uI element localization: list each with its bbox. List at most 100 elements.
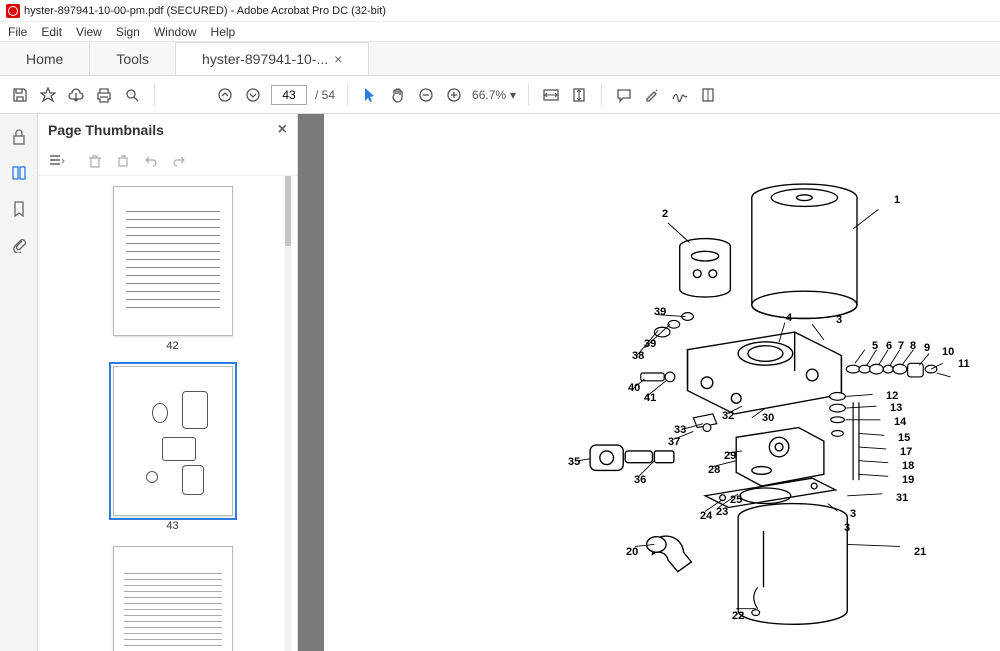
undo-icon[interactable] — [142, 152, 160, 170]
fit-page-icon[interactable] — [569, 85, 589, 105]
callout: 18 — [902, 460, 914, 472]
thumbnails-icon[interactable] — [10, 164, 28, 182]
separator — [347, 84, 348, 106]
tab-close-icon[interactable]: × — [334, 51, 342, 67]
thumbnails-list[interactable]: 42 43 44 — [38, 176, 297, 651]
thumb-options-icon[interactable] — [48, 152, 66, 170]
callout: 5 — [872, 340, 878, 352]
thumbnail-43[interactable]: 43 — [78, 366, 267, 532]
thumbnail-label: 43 — [166, 520, 178, 532]
callout: 2 — [662, 208, 668, 220]
exploded-diagram: 1 2 3 3 4 5 6 7 8 9 10 11 12 13 14 15 17… — [444, 154, 970, 631]
callout: 21 — [914, 546, 926, 558]
zoom-out-icon[interactable] — [416, 85, 436, 105]
comment-icon[interactable] — [614, 85, 634, 105]
menu-help[interactable]: Help — [211, 25, 236, 39]
nav-rail — [0, 114, 38, 651]
callout: 30 — [762, 412, 774, 424]
callout: 41 — [644, 392, 656, 404]
callout: 24 — [700, 510, 712, 522]
panel-close-icon[interactable]: × — [278, 121, 287, 139]
tab-home[interactable]: Home — [0, 42, 90, 75]
titlebar: hyster-897941-10-00-pm.pdf (SECURED) - A… — [0, 0, 1000, 22]
sign-icon[interactable] — [670, 85, 690, 105]
callout: 7 — [898, 340, 904, 352]
callout: 17 — [900, 446, 912, 458]
pdf-icon — [6, 4, 20, 18]
pdf-page: 1 2 3 3 4 5 6 7 8 9 10 11 12 13 14 15 17… — [324, 114, 1000, 651]
redo-icon[interactable] — [170, 152, 188, 170]
callout: 29 — [724, 450, 736, 462]
callout: 37 — [668, 436, 680, 448]
callout: 23 — [716, 506, 728, 518]
callout: 20 — [626, 546, 638, 558]
callout: 39 — [654, 306, 666, 318]
callout: 38 — [632, 350, 644, 362]
thumbnails-tools — [38, 146, 297, 176]
zoom-in-icon[interactable] — [444, 85, 464, 105]
thumbnail-44[interactable]: 44 — [78, 546, 267, 651]
rotate-icon[interactable] — [114, 152, 132, 170]
callout: 25 — [730, 494, 742, 506]
thumbnails-header: Page Thumbnails × — [38, 114, 297, 146]
separator — [601, 84, 602, 106]
callout: 32 — [722, 410, 734, 422]
fit-width-icon[interactable] — [541, 85, 561, 105]
callout: 31 — [896, 492, 908, 504]
bookmark-icon[interactable] — [10, 200, 28, 218]
tab-document[interactable]: hyster-897941-10-... × — [176, 42, 369, 75]
callout: 13 — [890, 402, 902, 414]
cloud-icon[interactable] — [66, 85, 86, 105]
menu-view[interactable]: View — [76, 25, 102, 39]
menu-file[interactable]: File — [8, 25, 27, 39]
chevron-down-icon: ▾ — [510, 88, 516, 102]
lock-icon[interactable] — [10, 128, 28, 146]
callout: 22 — [732, 610, 744, 622]
print-icon[interactable] — [94, 85, 114, 105]
callout: 19 — [902, 474, 914, 486]
toolbar: / 54 66.7%▾ — [0, 76, 1000, 114]
menu-sign[interactable]: Sign — [116, 25, 140, 39]
delete-icon[interactable] — [86, 152, 104, 170]
menu-edit[interactable]: Edit — [41, 25, 62, 39]
callout: 36 — [634, 474, 646, 486]
find-icon[interactable] — [122, 85, 142, 105]
callout: 40 — [628, 382, 640, 394]
attachment-icon[interactable] — [10, 236, 28, 254]
callout: 3 — [836, 314, 842, 326]
menubar: File Edit View Sign Window Help — [0, 22, 1000, 42]
window-title: hyster-897941-10-00-pm.pdf (SECURED) - A… — [24, 5, 386, 17]
separator — [528, 84, 529, 106]
page-up-icon[interactable] — [215, 85, 235, 105]
callout: 9 — [924, 342, 930, 354]
save-icon[interactable] — [10, 85, 30, 105]
thumbnails-title: Page Thumbnails — [48, 122, 164, 138]
tab-document-label: hyster-897941-10-... — [202, 51, 328, 67]
main: Page Thumbnails × 42 — [0, 114, 1000, 651]
select-tool-icon[interactable] — [360, 85, 380, 105]
star-icon[interactable] — [38, 85, 58, 105]
zoom-level[interactable]: 66.7%▾ — [472, 88, 516, 102]
callout: 6 — [886, 340, 892, 352]
page-number-input[interactable] — [271, 85, 307, 105]
highlight-icon[interactable] — [642, 85, 662, 105]
separator — [154, 84, 155, 106]
thumbnail-42[interactable]: 42 — [78, 186, 267, 352]
menu-window[interactable]: Window — [154, 25, 197, 39]
tab-tools[interactable]: Tools — [90, 42, 176, 75]
callout: 11 — [958, 358, 970, 370]
hand-tool-icon[interactable] — [388, 85, 408, 105]
callout: 4 — [786, 312, 792, 324]
callout: 33 — [674, 424, 686, 436]
tabbar: Home Tools hyster-897941-10-... × — [0, 42, 1000, 76]
callout: 3 — [844, 522, 850, 534]
document-area[interactable]: 1 2 3 3 4 5 6 7 8 9 10 11 12 13 14 15 17… — [298, 114, 1000, 651]
thumbnails-panel: Page Thumbnails × 42 — [38, 114, 298, 651]
stamp-icon[interactable] — [698, 85, 718, 105]
callout: 14 — [894, 416, 906, 428]
page-down-icon[interactable] — [243, 85, 263, 105]
thumbnail-label: 42 — [166, 340, 178, 352]
callout: 39 — [644, 338, 656, 350]
page-gutter — [298, 114, 324, 651]
callout: 12 — [886, 390, 898, 402]
